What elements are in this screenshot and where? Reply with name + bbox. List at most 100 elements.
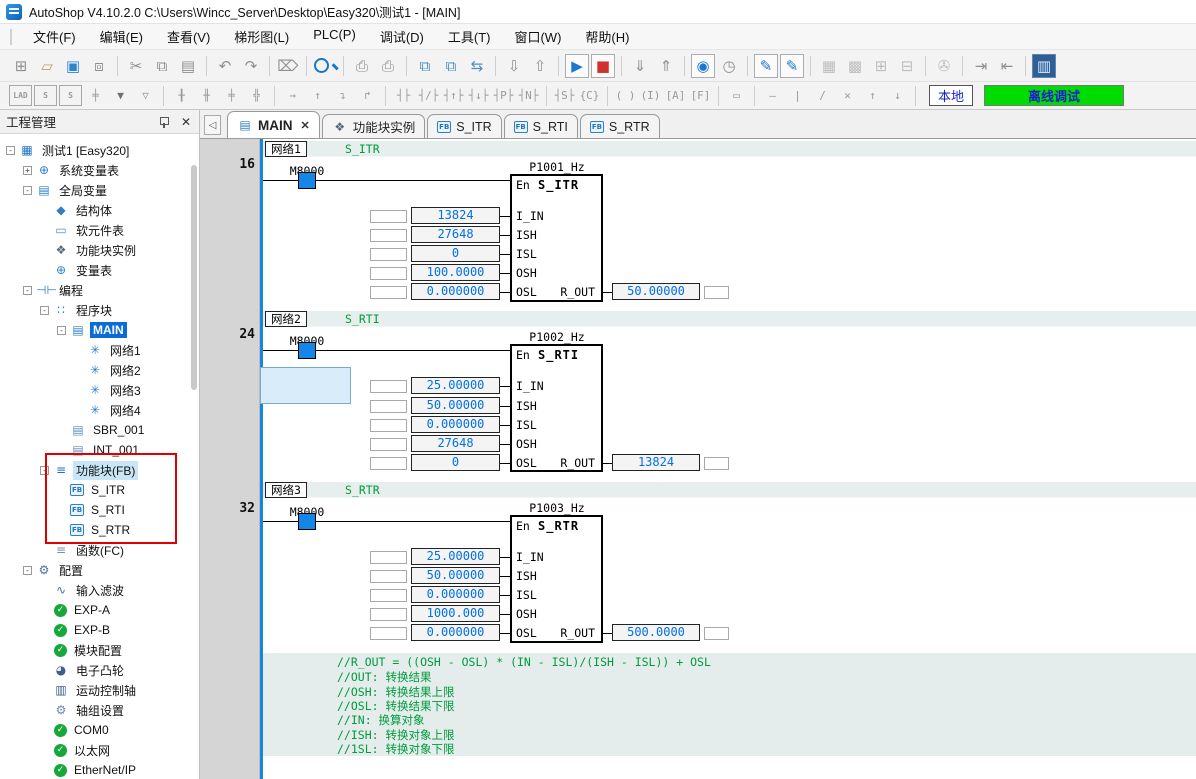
window-copy-icon[interactable]: ⧉ bbox=[413, 54, 437, 78]
tree-item-ethernet[interactable]: ✓以太网 bbox=[0, 740, 199, 760]
menu-tools[interactable]: 工具(T) bbox=[436, 23, 503, 50]
tree-expander-icon[interactable]: - bbox=[23, 566, 32, 575]
tree-item-ethernet-ip[interactable]: ✓EtherNet/IP bbox=[0, 760, 199, 778]
tab-close-icon[interactable]: ✕ bbox=[301, 119, 310, 132]
tree-item-input-filter[interactable]: ∿输入滤波 bbox=[0, 580, 199, 600]
upload-icon[interactable]: ⇑ bbox=[654, 54, 678, 78]
tab-main[interactable]: ▤MAIN✕ bbox=[227, 111, 320, 138]
tab-scroll-left-icon[interactable]: ◁ bbox=[204, 115, 221, 135]
download-list-icon[interactable]: ⇩ bbox=[502, 54, 526, 78]
tree-expander-icon[interactable]: - bbox=[40, 306, 49, 315]
move-up-icon[interactable]: ↑ bbox=[861, 85, 884, 106]
tree-item-int-001[interactable]: ▤INT_001 bbox=[0, 440, 199, 460]
input-handle-box[interactable] bbox=[370, 210, 407, 223]
branch-close-icon[interactable]: ╬ bbox=[245, 85, 268, 106]
input-handle-box[interactable] bbox=[370, 551, 407, 564]
input-handle-box[interactable] bbox=[370, 380, 407, 393]
tree-item-var-table[interactable]: ⊕变量表 bbox=[0, 260, 199, 280]
coil-out-icon[interactable]: ( ) bbox=[614, 85, 637, 106]
tree-item-com0[interactable]: ✓COM0 bbox=[0, 720, 199, 740]
tree-item-fc-folder[interactable]: ≡函数(FC) bbox=[0, 540, 199, 560]
sfc-badge-icon[interactable]: S bbox=[59, 85, 82, 106]
contact-open-icon[interactable]: ┤├ bbox=[392, 85, 415, 106]
save-all-icon[interactable]: ⧈ bbox=[87, 54, 111, 78]
function-block[interactable]: EnS_RTRI_INISHISLOSHOSLR_OUT bbox=[510, 515, 603, 643]
tree-expander-icon[interactable]: - bbox=[23, 186, 32, 195]
stl-badge-icon[interactable]: S bbox=[34, 85, 57, 106]
output-handle-box[interactable] bbox=[704, 286, 729, 299]
output-handle-box[interactable] bbox=[704, 627, 729, 640]
window-export-icon[interactable]: ⧉ bbox=[439, 54, 463, 78]
lad-badge-icon[interactable]: LAD bbox=[9, 85, 32, 106]
row-insert-icon[interactable]: ▼ bbox=[109, 85, 132, 106]
line-corner-up-icon[interactable]: ↱ bbox=[356, 85, 379, 106]
input-handle-box[interactable] bbox=[370, 419, 407, 432]
tree-item-s-rtr[interactable]: FBS_RTR bbox=[0, 520, 199, 540]
coil-not-icon[interactable]: (I) bbox=[639, 85, 662, 106]
input-handle-box[interactable] bbox=[370, 438, 407, 451]
table-view-icon[interactable]: ▥ bbox=[1032, 54, 1056, 78]
menu-ladder[interactable]: 梯形图(L) bbox=[222, 23, 301, 50]
input-handle-box[interactable] bbox=[370, 570, 407, 583]
contact-falling-icon[interactable]: ┤↓├ bbox=[467, 85, 490, 106]
search-icon[interactable] bbox=[313, 54, 337, 78]
menu-help[interactable]: 帮助(H) bbox=[573, 23, 641, 50]
tree-item-network-4[interactable]: ✳网络4 bbox=[0, 400, 199, 420]
grid-settings-icon[interactable]: ▦ bbox=[817, 54, 841, 78]
input-handle-box[interactable] bbox=[370, 627, 407, 640]
output-value-box[interactable]: 13824 bbox=[612, 454, 700, 471]
close-icon[interactable]: ✕ bbox=[179, 115, 193, 129]
draw-hline-icon[interactable]: — bbox=[761, 85, 784, 106]
menu-edit[interactable]: 编辑(E) bbox=[88, 23, 155, 50]
tree-item-program-blocks[interactable]: -∷程序块 bbox=[0, 300, 199, 320]
undo-icon[interactable]: ↶ bbox=[213, 54, 237, 78]
contact-n-icon[interactable]: ┤N├ bbox=[517, 85, 540, 106]
set-coil-icon[interactable]: ┤S├ bbox=[553, 85, 576, 106]
output-value-box[interactable]: 50.00000 bbox=[612, 283, 700, 300]
contact-m8000[interactable] bbox=[298, 342, 316, 359]
comment-box-icon[interactable]: ▭ bbox=[725, 85, 748, 106]
input-value-box[interactable]: 0 bbox=[411, 454, 500, 471]
row-spread-icon[interactable]: ⊞ bbox=[869, 54, 893, 78]
tree-item-programming[interactable]: -⊣⊢编程 bbox=[0, 280, 199, 300]
open-project-icon[interactable]: ▱ bbox=[35, 54, 59, 78]
input-value-box[interactable]: 25.00000 bbox=[411, 377, 500, 394]
print-preview-icon[interactable]: ⎙ bbox=[350, 54, 374, 78]
contact-rising-icon[interactable]: ┤↑├ bbox=[442, 85, 465, 106]
selected-cell[interactable] bbox=[260, 367, 351, 404]
tree-item-struct[interactable]: ◆结构体 bbox=[0, 200, 199, 220]
tree-item-e-cam[interactable]: ◕电子凸轮 bbox=[0, 660, 199, 680]
menu-view[interactable]: 查看(V) bbox=[155, 23, 222, 50]
contact-m8000[interactable] bbox=[298, 513, 316, 530]
tree-item-motion-axis[interactable]: ▥运动控制轴 bbox=[0, 680, 199, 700]
save-icon[interactable]: ▣ bbox=[61, 54, 85, 78]
upload-list-icon[interactable]: ⇧ bbox=[528, 54, 552, 78]
input-value-box[interactable]: 0.000000 bbox=[411, 586, 500, 603]
paste-icon[interactable]: ▤ bbox=[176, 54, 200, 78]
input-value-box[interactable]: 0.000000 bbox=[411, 283, 500, 300]
tree-expander-icon[interactable]: - bbox=[6, 146, 15, 155]
tab-s-rti[interactable]: FBS_RTI bbox=[504, 114, 578, 138]
cut-icon[interactable]: ✂ bbox=[124, 54, 148, 78]
tree-item-fb-folder[interactable]: -≡功能块(FB) bbox=[0, 460, 199, 480]
tree-expander-icon[interactable]: - bbox=[57, 326, 66, 335]
stop-icon[interactable]: ■ bbox=[591, 54, 615, 78]
grid-delete-icon[interactable]: ▩ bbox=[843, 54, 867, 78]
tree-scrollbar[interactable] bbox=[191, 165, 197, 390]
print-icon[interactable]: ⎙ bbox=[376, 54, 400, 78]
tree-item-s-rti[interactable]: FBS_RTI bbox=[0, 500, 199, 520]
tab-fb-instance[interactable]: ❖功能块实例 bbox=[322, 114, 426, 138]
branch-open-icon[interactable]: ╂ bbox=[170, 85, 193, 106]
erase-line-icon[interactable]: ✕ bbox=[836, 85, 859, 106]
tree-expander-icon[interactable]: - bbox=[23, 286, 32, 295]
menu-window[interactable]: 窗口(W) bbox=[502, 23, 573, 50]
tree-item-network-2[interactable]: ✳网络2 bbox=[0, 360, 199, 380]
draw-vline-icon[interactable]: | bbox=[786, 85, 809, 106]
tree-item-sbr-001[interactable]: ▤SBR_001 bbox=[0, 420, 199, 440]
redo-icon[interactable]: ↷ bbox=[239, 54, 263, 78]
menu-plc[interactable]: PLC(P) bbox=[301, 23, 368, 50]
tree-item-main[interactable]: -▤MAIN bbox=[0, 320, 199, 340]
input-value-box[interactable]: 0.000000 bbox=[411, 416, 500, 433]
delete-icon[interactable]: ⌦ bbox=[276, 54, 300, 78]
tree-item-config[interactable]: -⚙配置 bbox=[0, 560, 199, 580]
